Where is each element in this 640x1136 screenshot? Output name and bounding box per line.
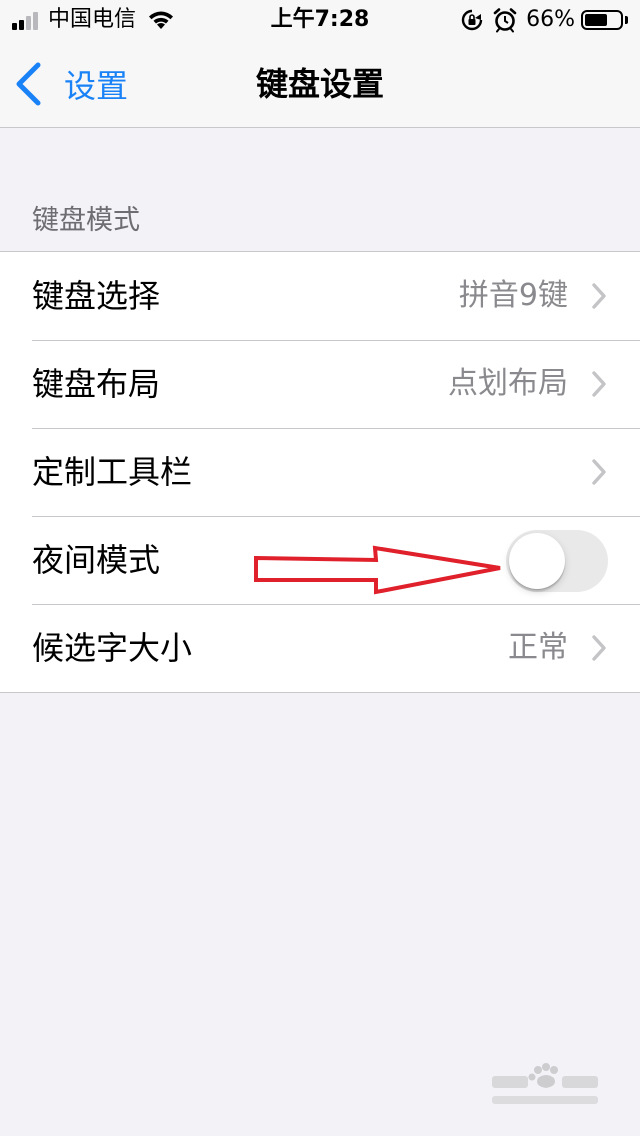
battery-cap bbox=[625, 16, 628, 24]
battery-percent: 66% bbox=[526, 7, 575, 32]
row-value: 正常 bbox=[508, 630, 568, 665]
row-candidate-font-size[interactable]: 候选字大小 正常 bbox=[0, 604, 640, 692]
chevron-left-icon bbox=[16, 62, 41, 106]
navigation-bar: 设置 键盘设置 bbox=[0, 40, 640, 128]
chevron-right-icon bbox=[592, 459, 606, 485]
row-value: 拼音9键 bbox=[458, 278, 568, 313]
chevron-right-icon bbox=[592, 371, 606, 397]
alarm-icon bbox=[493, 8, 517, 33]
rotation-lock-icon bbox=[461, 9, 483, 31]
status-bar-right: 66% bbox=[460, 6, 628, 34]
night-mode-toggle[interactable] bbox=[506, 530, 608, 592]
row-value: 点划布局 bbox=[448, 366, 568, 401]
row-keyboard-layout[interactable]: 键盘布局 点划布局 bbox=[0, 340, 640, 428]
back-label: 设置 bbox=[64, 67, 129, 105]
red-arrow-annotation bbox=[254, 545, 501, 595]
toggle-knob bbox=[509, 533, 565, 589]
settings-group: 键盘选择 拼音9键 键盘布局 点划布局 定制工具栏 夜间模式 候选字大小 正常 bbox=[0, 251, 640, 693]
chevron-right-icon bbox=[592, 283, 606, 309]
watermark-logo bbox=[492, 1063, 598, 1104]
row-keyboard-selection[interactable]: 键盘选择 拼音9键 bbox=[0, 252, 640, 340]
battery-fill bbox=[585, 14, 607, 26]
row-label: 键盘布局 bbox=[32, 365, 161, 403]
row-label: 候选字大小 bbox=[32, 629, 193, 667]
row-label: 键盘选择 bbox=[32, 277, 161, 315]
row-label: 夜间模式 bbox=[32, 541, 161, 579]
back-button[interactable]: 设置 bbox=[14, 58, 128, 110]
battery-icon bbox=[581, 10, 623, 30]
section-header: 键盘模式 bbox=[32, 205, 140, 236]
row-custom-toolbar[interactable]: 定制工具栏 bbox=[0, 428, 640, 516]
status-bar: 中国电信 上午7:28 66% bbox=[0, 0, 640, 40]
chevron-right-icon bbox=[592, 635, 606, 661]
row-label: 定制工具栏 bbox=[32, 453, 193, 491]
